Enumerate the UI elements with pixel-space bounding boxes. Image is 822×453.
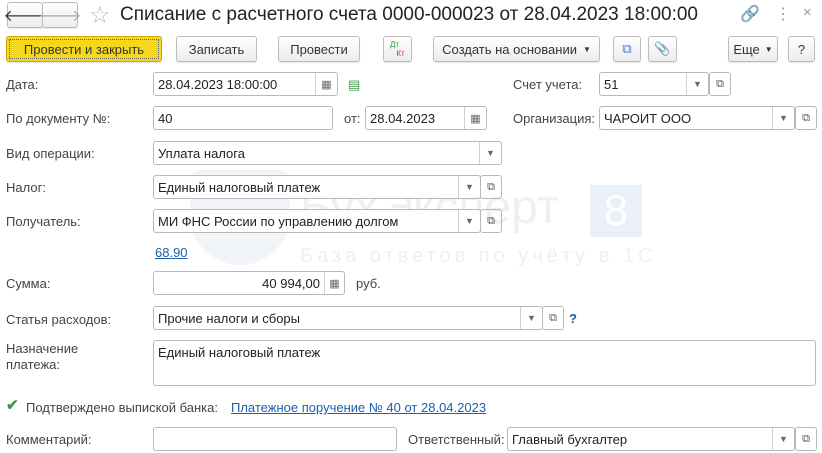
arrow-right-icon: 🡒 bbox=[38, 7, 82, 25]
paperclip-icon[interactable]: 📎 bbox=[648, 36, 677, 62]
operation-type-label: Вид операции: bbox=[6, 146, 95, 161]
expense-item-field[interactable]: Прочие налоги и сборы ▼ bbox=[153, 306, 543, 330]
date-field[interactable]: 28.04.2023 18:00:00 ▦ bbox=[153, 72, 338, 96]
open-icon[interactable]: ⧉ bbox=[542, 306, 564, 330]
comment-label: Комментарий: bbox=[6, 432, 92, 447]
sum-value: 40 994,00 bbox=[262, 275, 320, 291]
purpose-field[interactable]: Единый налоговый платеж bbox=[153, 340, 816, 386]
help-button[interactable]: ? bbox=[788, 36, 815, 62]
organization-value: ЧАРОИТ ООО bbox=[604, 110, 692, 126]
dt-kt-button[interactable]: Дт Кт bbox=[383, 36, 412, 62]
favorite-star-icon[interactable]: ☆ bbox=[89, 1, 111, 30]
responsible-field[interactable]: Главный бухгалтер ▼ bbox=[507, 427, 795, 451]
dropdown-arrow-icon: ▼ bbox=[582, 44, 591, 54]
dropdown-arrow-icon[interactable]: ▼ bbox=[686, 73, 708, 95]
open-icon[interactable]: ⧉ bbox=[480, 175, 502, 199]
document-status-icon[interactable]: ▤ bbox=[348, 77, 360, 93]
open-icon[interactable]: ⧉ bbox=[480, 209, 502, 233]
expense-item-value: Прочие налоги и сборы bbox=[158, 310, 301, 326]
organization-field[interactable]: ЧАРОИТ ООО ▼ bbox=[599, 106, 795, 130]
more-vert-icon[interactable]: ⋮ bbox=[775, 4, 791, 24]
purpose-label: Назначение платежа: bbox=[6, 341, 79, 372]
docnum-field[interactable]: 40 bbox=[153, 106, 333, 130]
account-value: 51 bbox=[604, 76, 619, 92]
responsible-value: Главный бухгалтер bbox=[512, 431, 628, 447]
operation-type-value: Уплата налога bbox=[158, 145, 245, 161]
open-icon[interactable]: ⧉ bbox=[709, 72, 731, 96]
tax-value: Единый налоговый платеж bbox=[158, 179, 321, 195]
create-based-on-button[interactable]: Создать на основании ▼ bbox=[433, 36, 600, 62]
comment-field[interactable] bbox=[153, 427, 397, 451]
more-label: Еще bbox=[733, 41, 760, 57]
forward-button[interactable]: 🡒 bbox=[39, 2, 81, 28]
sum-field[interactable]: 40 994,00 ▦ bbox=[153, 271, 345, 295]
calculator-icon[interactable]: ▦ bbox=[324, 272, 344, 294]
account-label: Счет учета: bbox=[513, 77, 583, 92]
recipient-field[interactable]: МИ ФНС России по управлению долгом ▼ bbox=[153, 209, 481, 233]
recipient-value: МИ ФНС России по управлению долгом bbox=[158, 213, 399, 229]
dropdown-arrow-icon[interactable]: ▼ bbox=[520, 307, 542, 329]
tax-field[interactable]: Единый налоговый платеж ▼ bbox=[153, 175, 481, 199]
purpose-value: Единый налоговый платеж bbox=[158, 345, 321, 360]
dropdown-arrow-icon: ▼ bbox=[764, 44, 773, 54]
dt-label: Дт bbox=[389, 40, 400, 49]
window-title: Списание с расчетного счета 0000-000023 … bbox=[120, 4, 698, 25]
tax-label: Налог: bbox=[6, 180, 46, 195]
dropdown-arrow-icon[interactable]: ▼ bbox=[479, 142, 501, 164]
responsible-label: Ответственный: bbox=[408, 432, 505, 447]
docnum-value: 40 bbox=[158, 110, 173, 126]
structure-icon[interactable]: ⧉ bbox=[613, 36, 641, 62]
expense-help-icon[interactable]: ? bbox=[569, 311, 577, 326]
save-button[interactable]: Записать bbox=[176, 36, 257, 62]
account-68-90-link[interactable]: 68.90 bbox=[155, 245, 188, 260]
calendar-icon[interactable]: ▦ bbox=[464, 107, 486, 129]
dropdown-arrow-icon[interactable]: ▼ bbox=[458, 210, 480, 232]
confirmed-label: Подтверждено выпиской банка: bbox=[26, 400, 218, 415]
docdate-value: 28.04.2023 bbox=[370, 110, 436, 126]
dropdown-arrow-icon[interactable]: ▼ bbox=[458, 176, 480, 198]
date-label: Дата: bbox=[6, 77, 39, 92]
expense-item-label: Статья расходов: bbox=[6, 312, 112, 327]
close-icon[interactable]: × bbox=[803, 4, 812, 21]
open-icon[interactable]: ⧉ bbox=[795, 106, 817, 130]
docnum-label: По документу №: bbox=[6, 111, 111, 126]
watermark-tagline: База ответов по учёту в 1С bbox=[300, 245, 657, 267]
confirmed-checkbox[interactable]: ✔ bbox=[6, 398, 20, 413]
post-and-close-button[interactable]: Провести и закрыть bbox=[6, 36, 162, 62]
create-based-label: Создать на основании bbox=[442, 41, 577, 57]
date-value: 28.04.2023 18:00:00 bbox=[158, 76, 278, 92]
dropdown-arrow-icon[interactable]: ▼ bbox=[772, 107, 794, 129]
calendar-icon[interactable]: ▦ bbox=[315, 73, 337, 95]
kt-label: Кт bbox=[396, 49, 405, 58]
watermark-digit: 8 bbox=[590, 185, 642, 237]
operation-type-field[interactable]: Уплата налога ▼ bbox=[153, 141, 502, 165]
post-button[interactable]: Провести bbox=[278, 36, 360, 62]
from-label: от: bbox=[344, 111, 361, 126]
more-button[interactable]: Еще ▼ bbox=[728, 36, 778, 62]
recipient-label: Получатель: bbox=[6, 214, 81, 229]
organization-label: Организация: bbox=[513, 111, 596, 126]
link-icon[interactable]: 🔗 bbox=[740, 4, 760, 24]
dropdown-arrow-icon[interactable]: ▼ bbox=[772, 428, 794, 450]
payment-order-link[interactable]: Платежное поручение № 40 от 28.04.2023 bbox=[231, 400, 486, 415]
currency-label: руб. bbox=[356, 276, 381, 291]
sum-label: Сумма: bbox=[6, 276, 51, 291]
account-field[interactable]: 51 ▼ bbox=[599, 72, 709, 96]
docdate-field[interactable]: 28.04.2023 ▦ bbox=[365, 106, 487, 130]
open-icon[interactable]: ⧉ bbox=[795, 427, 817, 451]
